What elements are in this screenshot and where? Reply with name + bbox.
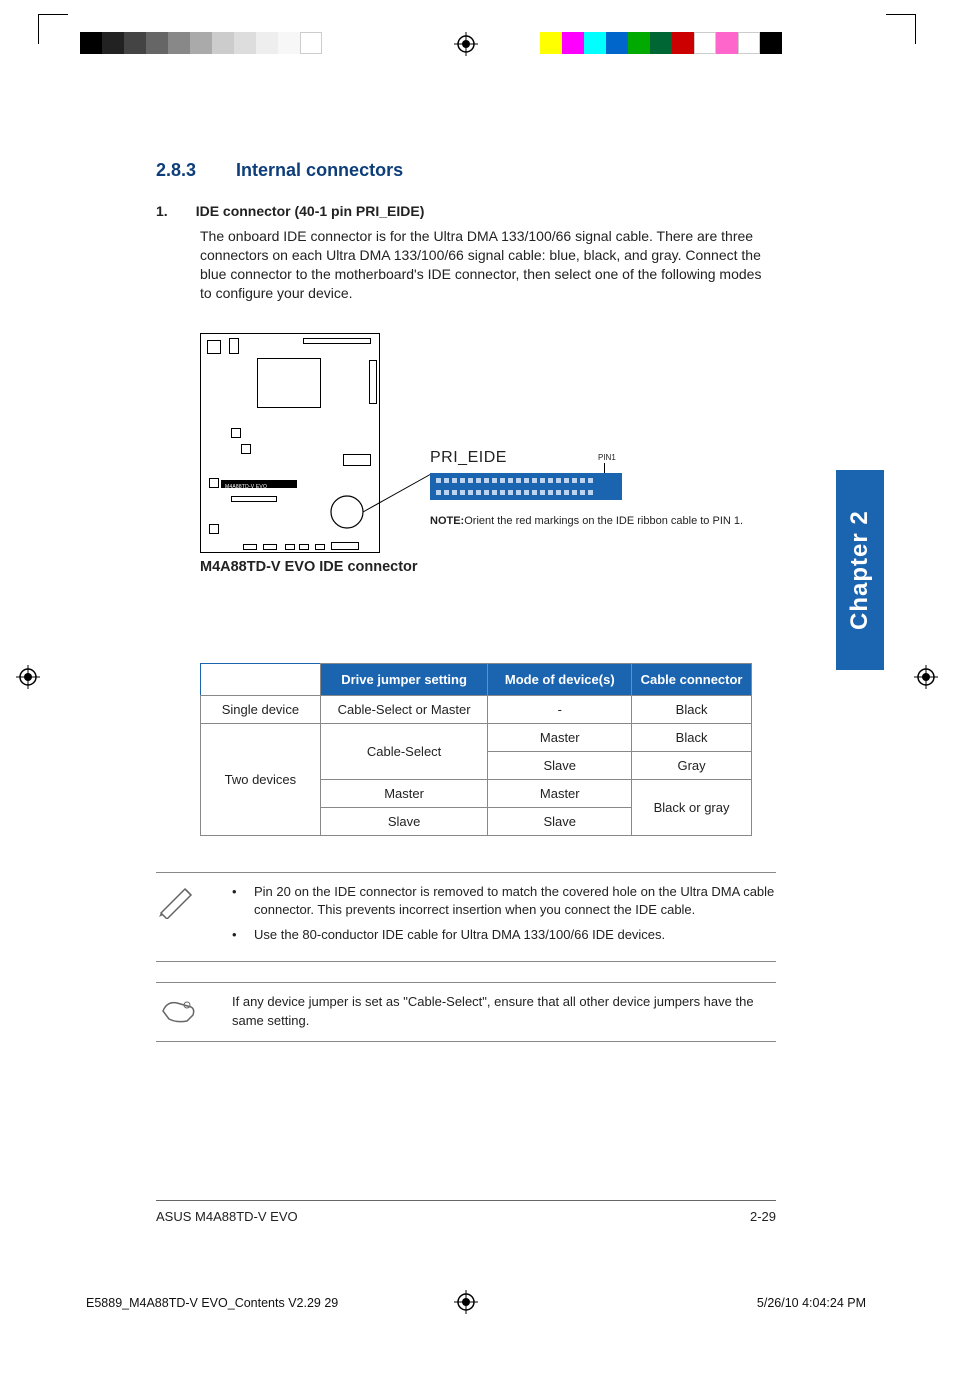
- note-item: Use the 80-conductor IDE cable for Ultra…: [232, 926, 776, 951]
- pri-eide-block: PRI_EIDE PIN1 NOTE:Orient the red markin…: [430, 449, 743, 528]
- motherboard-outline-icon: M4A88TD-V EVO: [200, 333, 380, 553]
- item-heading: 1. IDE connector (40-1 pin PRI_EIDE): [156, 203, 776, 219]
- section-number: 2.8.3: [156, 160, 196, 180]
- pen-icon: [156, 883, 200, 919]
- table-header: Cable connector: [632, 663, 752, 695]
- table-header: Drive jumper setting: [320, 663, 488, 695]
- print-file-label: E5889_M4A88TD-V EVO_Contents V2.29 29: [86, 1296, 338, 1310]
- note-block-tips: Pin 20 on the IDE connector is removed t…: [156, 872, 776, 963]
- ide-connector-icon: [430, 473, 622, 500]
- table-header: Mode of device(s): [488, 663, 632, 695]
- callout-circle-icon: [321, 494, 381, 554]
- color-swatches: [540, 32, 782, 54]
- pri-eide-label: PRI_EIDE: [430, 449, 507, 466]
- table-header: [201, 663, 321, 695]
- crop-mark-icon: [38, 14, 68, 44]
- note-item: Pin 20 on the IDE connector is removed t…: [232, 883, 776, 927]
- item-number: 1.: [156, 203, 168, 219]
- registration-mark-icon: [914, 665, 938, 694]
- note-text: If any device jumper is set as "Cable-Se…: [224, 993, 776, 1031]
- footer-product: ASUS M4A88TD-V EVO: [156, 1209, 298, 1224]
- registration-mark-icon: [16, 665, 40, 694]
- jumper-settings-table: Drive jumper setting Mode of device(s) C…: [200, 663, 752, 836]
- print-timestamp: 5/26/10 4:04:24 PM: [757, 1296, 866, 1310]
- crop-mark-icon: [886, 14, 916, 44]
- print-footer: E5889_M4A88TD-V EVO_Contents V2.29 29 5/…: [86, 1296, 866, 1310]
- section-title: Internal connectors: [236, 160, 403, 180]
- grayscale-swatches: [80, 32, 322, 54]
- printer-marks-top: [0, 18, 954, 66]
- board-model-label: M4A88TD-V EVO: [225, 484, 267, 490]
- registration-mark-icon: [454, 32, 478, 56]
- hand-pointer-icon: [156, 993, 200, 1025]
- body-paragraph: The onboard IDE connector is for the Ult…: [200, 227, 776, 303]
- pin1-mark-icon: [604, 463, 605, 473]
- table-row: Two devices Cable-Select Master Black: [201, 723, 752, 751]
- pin1-label: PIN1: [598, 453, 616, 462]
- item-title: IDE connector (40-1 pin PRI_EIDE): [196, 203, 425, 219]
- table-row: Single device Cable-Select or Master - B…: [201, 695, 752, 723]
- page-footer: ASUS M4A88TD-V EVO 2-29: [156, 1200, 776, 1224]
- diagram-caption: M4A88TD-V EVO IDE connector: [200, 559, 776, 575]
- section-heading: 2.8.3 Internal connectors: [156, 160, 776, 181]
- chapter-tab: Chapter 2: [836, 470, 884, 670]
- footer-page-number: 2-29: [750, 1209, 776, 1224]
- connector-diagram: M4A88TD-V EVO M4A88TD-V EVO IDE connecto…: [200, 333, 776, 593]
- diagram-note: NOTE:Orient the red markings on the IDE …: [430, 514, 743, 528]
- page-content: 2.8.3 Internal connectors 1. IDE connector…: [156, 160, 776, 1042]
- note-block-important: If any device jumper is set as "Cable-Se…: [156, 982, 776, 1042]
